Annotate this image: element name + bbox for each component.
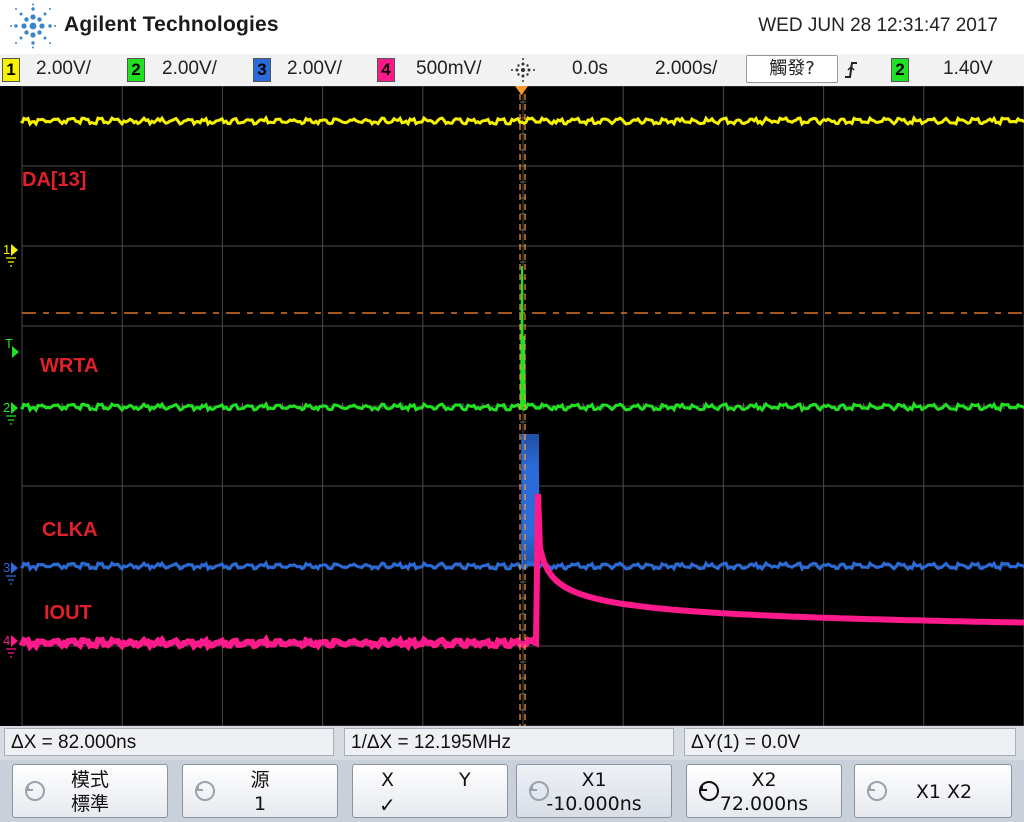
softkey-x1x2-title: X1 X2 [915, 781, 973, 803]
softkey-mode-value: 標準 [70, 793, 109, 815]
trigger-source-badge[interactable]: 2 [891, 58, 909, 82]
softkey-xy-x-label: X [381, 769, 395, 791]
softkey-source-title: 源 [250, 769, 270, 791]
channel-status-bar: 1 2.00V/ 2 2.00V/ 3 2.00V/ 4 500mV/ 0.0s… [0, 54, 1024, 87]
trigger-level[interactable]: 1.40V [943, 58, 993, 80]
signal-label-clka: CLKA [42, 519, 98, 541]
softkey-x2-cursor[interactable]: X2 72.000ns [686, 764, 842, 818]
time-delay[interactable]: 0.0s [572, 58, 608, 80]
channel-1-ground-marker[interactable]: 1 [3, 242, 18, 267]
date-time-display: WED JUN 28 12:31:47 2017 [758, 15, 998, 36]
waveform-display[interactable]: 1 T 2 3 4 DA[13] WRTA CLKA IOUT [0, 86, 1024, 726]
channel-1-badge[interactable]: 1 [2, 58, 20, 82]
softkey-mode-title: 模式 [70, 769, 109, 791]
cursor-measurements-bar: ΔX = 82.000ns 1/ΔX = 12.195MHz ΔY(1) = 0… [0, 726, 1024, 760]
softkey-x1-cursor[interactable]: X1 -10.000ns [516, 764, 672, 818]
svg-text:4: 4 [3, 633, 10, 648]
channel-4-scale[interactable]: 500mV/ [416, 58, 481, 80]
trigger-mode-button[interactable]: 觸發? [746, 55, 838, 83]
svg-text:3: 3 [3, 560, 10, 575]
trigger-level-marker[interactable]: T [5, 336, 19, 358]
channel-2-ground-marker[interactable]: 2 [3, 400, 18, 425]
signal-label-wrta: WRTA [40, 355, 99, 377]
svg-text:T: T [5, 336, 13, 351]
channel-2-scale[interactable]: 2.00V/ [162, 58, 217, 80]
softkey-x1-x2[interactable]: X1 X2 [854, 764, 1012, 818]
delta-y-readout: ΔY(1) = 0.0V [684, 728, 1016, 756]
channel-3-ground-marker[interactable]: 3 [3, 560, 18, 585]
delta-x-readout: ΔX = 82.000ns [4, 728, 334, 756]
svg-text:1: 1 [3, 242, 10, 257]
softkey-x2-value: 72.000ns [719, 793, 809, 815]
time-scale[interactable]: 2.000s/ [655, 58, 717, 80]
softkey-x1-value: -10.000ns [546, 793, 642, 815]
waveform-canvas[interactable]: 1 T 2 3 4 [0, 86, 1024, 726]
channel-2-badge[interactable]: 2 [127, 58, 145, 82]
softkey-xy-y-label: Y [459, 769, 471, 791]
channel-4-badge[interactable]: 4 [377, 58, 395, 82]
softkey-menu: 模式 標準 源 1 X Y ✓ X1 -10.000ns X2 72.000ns [0, 760, 1024, 822]
trigger-position-marker-icon[interactable] [515, 86, 528, 95]
signal-label-iout: IOUT [44, 602, 92, 624]
svg-text:2: 2 [3, 400, 10, 415]
run-stop-spark-icon[interactable] [506, 56, 540, 84]
softkey-x1-title: X1 [581, 769, 607, 791]
softkey-source-value: 1 [253, 793, 267, 815]
checkmark-icon: ✓ [379, 793, 396, 817]
inverse-delta-x-readout: 1/ΔX = 12.195MHz [344, 728, 674, 756]
softkey-x2-title: X2 [751, 769, 777, 791]
softkey-mode[interactable]: 模式 標準 [12, 764, 168, 818]
header-bar: Agilent Technologies WED JUN 28 12:31:47… [0, 0, 1024, 54]
channel-3-scale[interactable]: 2.00V/ [287, 58, 342, 80]
softkey-xy[interactable]: X Y ✓ [352, 764, 508, 818]
signal-label-da13: DA[13] [22, 169, 87, 191]
channel-4-ground-marker[interactable]: 4 [3, 633, 18, 658]
channel-1-scale[interactable]: 2.00V/ [36, 58, 91, 80]
rising-edge-icon [845, 62, 857, 78]
agilent-spark-logo-icon [10, 3, 56, 49]
softkey-source[interactable]: 源 1 [182, 764, 338, 818]
brand-name: Agilent Technologies [64, 13, 279, 36]
channel-3-badge[interactable]: 3 [253, 58, 271, 82]
